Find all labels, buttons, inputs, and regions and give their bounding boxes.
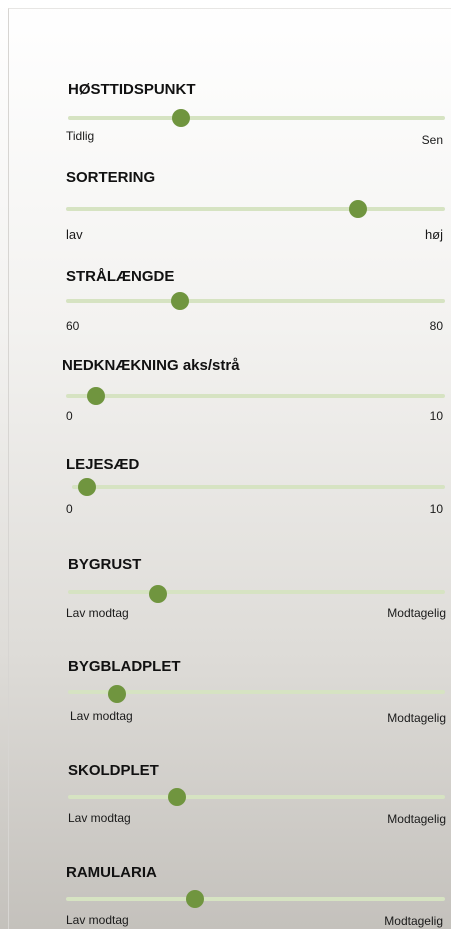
slider-track[interactable] — [66, 207, 445, 211]
slider-thumb[interactable] — [108, 685, 126, 703]
slider-title: NEDKNÆKNING aks/strå — [62, 357, 240, 374]
slider-thumb[interactable] — [87, 387, 106, 405]
slider-min-label: Lav modtag — [66, 913, 129, 927]
slider-thumb[interactable] — [185, 890, 204, 908]
slider-track[interactable] — [68, 590, 445, 594]
slider-title: LEJESÆD — [66, 456, 140, 473]
slider-track[interactable] — [66, 299, 445, 303]
slider-track[interactable] — [68, 795, 445, 799]
slider-thumb[interactable] — [348, 200, 367, 218]
slider-max-label: Modtagelig — [387, 606, 446, 620]
slider-track[interactable] — [66, 394, 445, 398]
slider-title: SKOLDPLET — [68, 762, 159, 779]
slider-min-label: Lav modtag — [66, 606, 129, 620]
slider-thumb[interactable] — [168, 788, 187, 806]
slider-title: SORTERING — [66, 169, 156, 186]
slider-min-label: Tidlig — [66, 129, 95, 143]
slider-max-label: høj — [424, 227, 443, 242]
slider-title: BYGBLADPLET — [68, 658, 181, 675]
slider-min-label: 0 — [66, 409, 73, 423]
slider-title: STRÅLÆNGDE — [66, 268, 175, 285]
slider-max-label: Modtagelig — [384, 914, 443, 928]
slider-min-label: Lav modtag — [70, 709, 133, 723]
slider-track[interactable] — [66, 897, 445, 901]
slider-max-label: Modtagelig — [387, 711, 446, 725]
slider-min-label: 60 — [66, 319, 80, 333]
slider-min-label: lav — [66, 227, 83, 242]
slider-track[interactable] — [72, 485, 445, 489]
slider-thumb[interactable] — [170, 292, 189, 310]
slider-max-label: Sen — [421, 133, 443, 147]
slider-track[interactable] — [68, 116, 445, 120]
slider-max-label: 10 — [429, 409, 443, 423]
slider-max-label: Modtagelig — [387, 812, 446, 826]
slider-ramularia: RAMULARIA Lav modtag Modtagelig — [0, 0, 451, 927]
slider-max-label: 10 — [429, 502, 443, 516]
slider-min-label: Lav modtag — [68, 811, 131, 825]
slider-thumb[interactable] — [172, 109, 191, 127]
slider-min-label: 0 — [66, 502, 73, 516]
slider-thumb[interactable] — [149, 585, 168, 603]
slider-max-label: 80 — [429, 319, 443, 333]
slider-title: HØSTTIDSPUNKT — [68, 81, 196, 98]
slider-thumb[interactable] — [77, 478, 96, 496]
slider-title: RAMULARIA — [66, 864, 157, 881]
slider-title: BYGRUST — [68, 556, 142, 573]
